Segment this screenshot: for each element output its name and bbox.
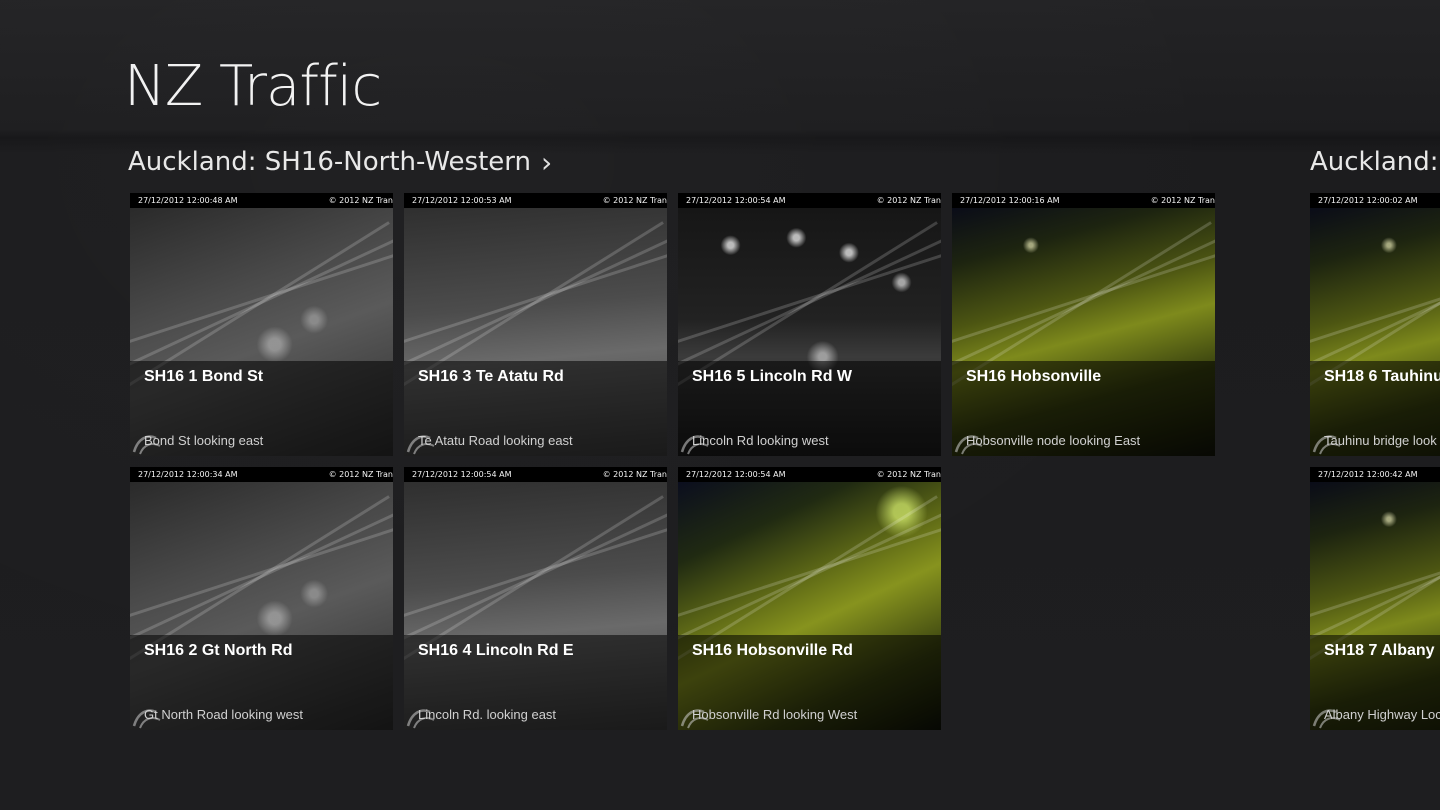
group-header-sh18[interactable]: Auckland: S: [1310, 144, 1440, 180]
camera-title: SH18 6 Tauhinu: [1324, 368, 1440, 385]
camera-description: Hobsonville node looking East: [966, 433, 1141, 448]
camera-title: SH18 7 Albany H: [1324, 642, 1440, 659]
copyright-text: © 2012 NZ Tran: [876, 196, 941, 205]
camera-timestamp: 27/12/2012 12:00:54 AM © 2012 NZ Tran: [404, 467, 667, 482]
camera-timestamp: 27/12/2012 12:00:42 AM: [1310, 467, 1440, 482]
app-window: NZ Traffic Auckland: SH16-North-Western …: [0, 0, 1440, 810]
copyright-text: © 2012 NZ Tran: [328, 196, 393, 205]
camera-description: Lincoln Rd looking west: [692, 433, 829, 448]
camera-description: Hobsonville Rd looking West: [692, 707, 858, 722]
camera-tile[interactable]: 27/12/2012 12:00:54 AM © 2012 NZ Tran SH16…: [404, 467, 667, 730]
camera-title: SH16 Hobsonville: [966, 368, 1102, 385]
timestamp-text: 27/12/2012 12:00:02 AM: [1318, 196, 1418, 205]
camera-title: SH16 4 Lincoln Rd E: [418, 642, 574, 659]
copyright-text: © 2012 NZ Tran: [328, 470, 393, 479]
camera-timestamp: 27/12/2012 12:00:54 AM © 2012 NZ Tran: [678, 193, 941, 208]
camera-description: Te Atatu Road looking east: [418, 433, 573, 448]
camera-grid-sh18: 27/12/2012 12:00:02 AM SH18 6 Tauhinu Tauh…: [1310, 193, 1440, 730]
camera-tile[interactable]: 27/12/2012 12:00:53 AM © 2012 NZ Tran SH16…: [404, 193, 667, 456]
camera-timestamp: 27/12/2012 12:00:54 AM © 2012 NZ Tran: [678, 467, 941, 482]
chevron-right-icon: ›: [540, 145, 553, 179]
copyright-text: © 2012 NZ Tran: [602, 196, 667, 205]
copyright-text: © 2012 NZ Tran: [876, 470, 941, 479]
camera-description: Albany Highway Loc: [1324, 707, 1440, 722]
copyright-text: © 2012 NZ Tran: [1150, 196, 1215, 205]
camera-title: SH16 1 Bond St: [144, 368, 264, 385]
camera-title: SH16 5 Lincoln Rd W: [692, 368, 853, 385]
timestamp-text: 27/12/2012 12:00:53 AM: [412, 196, 512, 205]
timestamp-text: 27/12/2012 12:00:54 AM: [412, 470, 512, 479]
camera-description: Bond St looking east: [144, 433, 264, 448]
copyright-text: © 2012 NZ Tran: [602, 470, 667, 479]
camera-timestamp: 27/12/2012 12:00:48 AM © 2012 NZ Tran: [130, 193, 393, 208]
camera-description: Lincoln Rd. looking east: [418, 707, 557, 722]
camera-description: Gt North Road looking west: [144, 707, 303, 722]
camera-tile[interactable]: 27/12/2012 12:00:48 AM © 2012 NZ Tran SH16…: [130, 193, 393, 456]
timestamp-text: 27/12/2012 12:00:16 AM: [960, 196, 1060, 205]
camera-tile[interactable]: 27/12/2012 12:00:42 AM SH18 7 Albany H Alb…: [1310, 467, 1440, 730]
camera-timestamp: 27/12/2012 12:00:34 AM © 2012 NZ Tran: [130, 467, 393, 482]
camera-timestamp: 27/12/2012 12:00:53 AM © 2012 NZ Tran: [404, 193, 667, 208]
group-header-label: Auckland: SH16-North-Western: [128, 147, 531, 177]
timestamp-text: 27/12/2012 12:00:42 AM: [1318, 470, 1418, 479]
camera-tile[interactable]: 27/12/2012 12:00:34 AM © 2012 NZ Tran SH16…: [130, 467, 393, 730]
timestamp-text: 27/12/2012 12:00:54 AM: [686, 196, 786, 205]
timestamp-text: 27/12/2012 12:00:54 AM: [686, 470, 786, 479]
camera-tile[interactable]: 27/12/2012 12:00:54 AM © 2012 NZ Tran SH16…: [678, 193, 941, 456]
page-title: NZ Traffic: [124, 54, 382, 119]
camera-tile[interactable]: 27/12/2012 12:00:16 AM © 2012 NZ Tran SH16…: [952, 193, 1215, 456]
group-header-label: Auckland: S: [1310, 147, 1440, 177]
camera-description: Tauhinu bridge look: [1324, 433, 1437, 448]
camera-title: SH16 3 Te Atatu Rd: [418, 368, 564, 385]
camera-title: SH16 Hobsonville Rd: [692, 642, 853, 659]
camera-timestamp: 27/12/2012 12:00:16 AM © 2012 NZ Tran: [952, 193, 1215, 208]
timestamp-text: 27/12/2012 12:00:48 AM: [138, 196, 238, 205]
camera-grid-sh16: 27/12/2012 12:00:48 AM © 2012 NZ Tran SH16…: [130, 193, 1215, 730]
timestamp-text: 27/12/2012 12:00:34 AM: [138, 470, 238, 479]
camera-title: SH16 2 Gt North Rd: [144, 642, 293, 659]
camera-tile[interactable]: 27/12/2012 12:00:54 AM © 2012 NZ Tran SH16…: [678, 467, 941, 730]
camera-timestamp: 27/12/2012 12:00:02 AM: [1310, 193, 1440, 208]
group-header-sh16[interactable]: Auckland: SH16-North-Western ›: [128, 144, 552, 180]
camera-tile[interactable]: 27/12/2012 12:00:02 AM SH18 6 Tauhinu Tauh…: [1310, 193, 1440, 456]
